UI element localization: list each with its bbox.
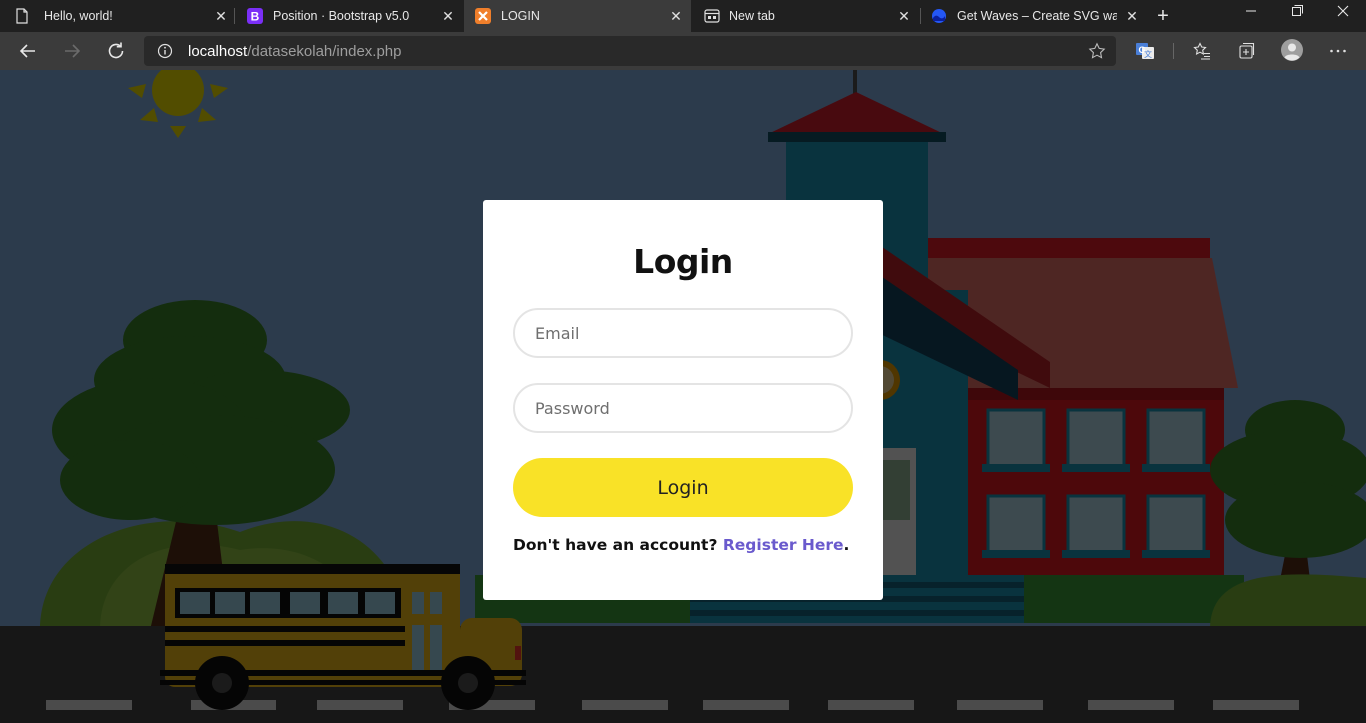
tab-title: LOGIN <box>501 9 540 23</box>
xampp-icon <box>475 8 491 24</box>
address-bar[interactable]: localhost/datasekolah/index.php <box>144 36 1116 66</box>
url-path: /datasekolah/index.php <box>247 43 402 60</box>
tab-title: New tab <box>729 9 775 23</box>
favorite-star-icon[interactable] <box>1088 42 1106 60</box>
translate-icon[interactable]: G 文 <box>1135 41 1155 61</box>
svg-text:文: 文 <box>1144 49 1152 59</box>
browser-toolbar: localhost/datasekolah/index.php G 文 <box>0 32 1366 70</box>
tab-title: Hello, world! <box>44 9 113 23</box>
restore-icon <box>1292 5 1303 16</box>
forward-icon[interactable] <box>60 39 84 63</box>
close-icon <box>1337 5 1349 17</box>
close-icon[interactable]: ✕ <box>214 9 228 23</box>
tab-title: Position · Bootstrap v5.0 <box>273 9 410 23</box>
more-options-icon[interactable] <box>1328 41 1348 61</box>
close-window-button[interactable] <box>1320 0 1366 32</box>
favorites-icon[interactable] <box>1192 41 1212 61</box>
tab-hello-world[interactable]: Hello, world! ✕ <box>0 0 233 32</box>
info-icon[interactable] <box>157 43 173 59</box>
email-field[interactable] <box>513 308 853 358</box>
login-button[interactable]: Login <box>513 458 853 517</box>
restore-button[interactable] <box>1274 0 1320 32</box>
minimize-button[interactable] <box>1228 0 1274 32</box>
refresh-icon[interactable] <box>104 39 128 63</box>
url-host: localhost <box>188 43 248 60</box>
close-icon[interactable]: ✕ <box>669 9 683 23</box>
close-icon[interactable]: ✕ <box>897 9 911 23</box>
new-tab-button[interactable]: + <box>1153 6 1173 26</box>
newtab-icon <box>704 9 720 23</box>
collections-icon[interactable] <box>1237 41 1257 61</box>
toolbar-divider <box>1173 43 1174 59</box>
minimize-icon <box>1246 10 1256 12</box>
close-icon[interactable]: ✕ <box>1125 9 1139 23</box>
back-icon[interactable] <box>16 39 40 63</box>
password-field[interactable] <box>513 383 853 433</box>
register-link[interactable]: Register Here <box>723 536 844 554</box>
tab-new-tab[interactable]: New tab ✕ <box>691 0 920 32</box>
login-title: Login <box>633 242 733 281</box>
register-prompt-text: Don't have an account? <box>513 536 723 554</box>
bootstrap-icon: B <box>247 8 263 24</box>
tab-title: Get Waves – Create SVG waves <box>957 9 1117 23</box>
url-text: localhost/datasekolah/index.php <box>188 43 402 60</box>
page-icon <box>16 8 28 24</box>
svg-text:B: B <box>251 10 260 24</box>
tab-login[interactable]: LOGIN ✕ <box>464 0 691 32</box>
waves-icon <box>932 9 946 23</box>
tab-get-waves[interactable]: Get Waves – Create SVG waves ✕ <box>921 0 1148 32</box>
profile-avatar-icon[interactable] <box>1280 38 1304 62</box>
page-viewport: Login Login Don't have an account? Regis… <box>0 70 1366 723</box>
login-form: Login Login Don't have an account? Regis… <box>483 200 883 600</box>
register-suffix: . <box>843 536 850 554</box>
close-icon[interactable]: ✕ <box>441 9 455 23</box>
tab-bootstrap[interactable]: B Position · Bootstrap v5.0 ✕ <box>235 0 464 32</box>
tab-strip: Hello, world! ✕ B Position · Bootstrap v… <box>0 0 1366 32</box>
register-prompt: Don't have an account? Register Here. <box>513 536 849 554</box>
